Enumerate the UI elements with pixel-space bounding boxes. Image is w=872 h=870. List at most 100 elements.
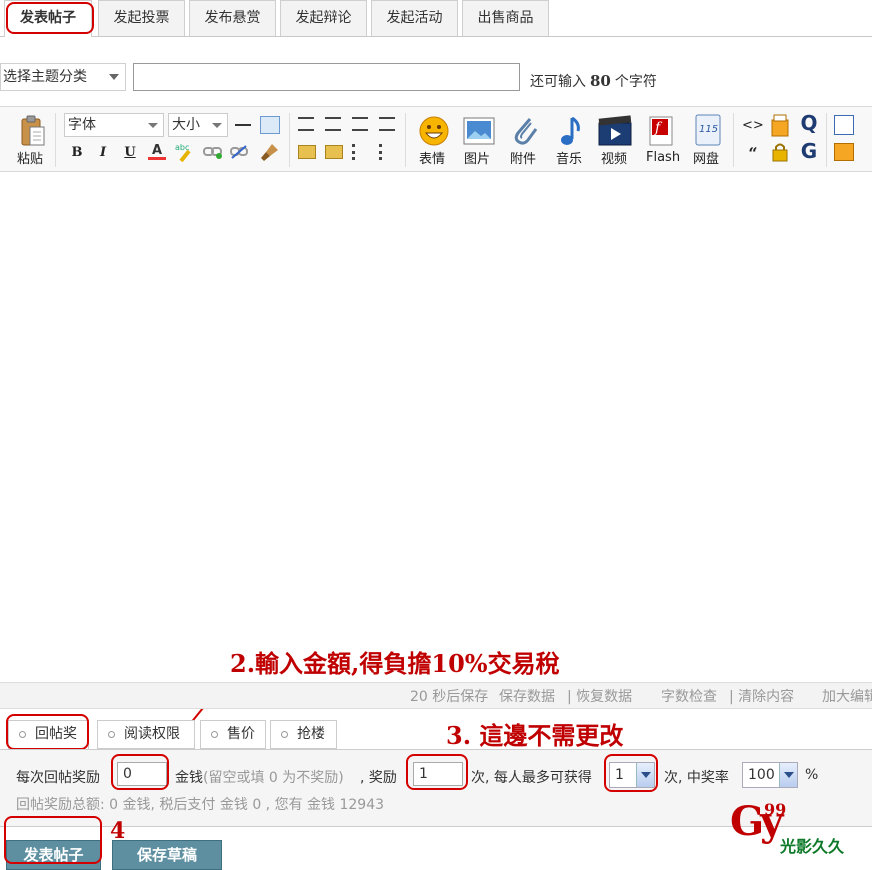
tab-price[interactable]: 售价 [200, 720, 266, 749]
annotation-box-tab [6, 2, 94, 34]
save-draft-button[interactable]: 保存草稿 [112, 840, 222, 870]
tab-activity[interactable]: 发起活动 [371, 0, 458, 36]
float-left-icon[interactable] [298, 145, 316, 159]
win-rate-unit: % [805, 767, 819, 783]
font-color-button[interactable]: A [148, 142, 166, 160]
annotation-box-post [4, 816, 102, 864]
editor-body[interactable] [0, 172, 872, 682]
post-type-tabs: 发表帖子 发起投票 发布悬赏 发起辩论 发起活动 出售商品 [0, 0, 872, 37]
ordered-list-icon[interactable] [352, 144, 370, 160]
annotation-box-max [604, 754, 658, 792]
clear-content-link[interactable]: | 清除内容 [729, 686, 794, 706]
qq-icon[interactable]: Q [798, 113, 820, 136]
annotation-box-times [406, 754, 468, 790]
annotation-step-3: 3. 這邊不需更改 [446, 721, 624, 750]
annotation-step-2: 2.輸入金額,得負擔10%交易稅 [230, 649, 560, 678]
svg-text:115: 115 [699, 124, 718, 135]
win-rate-select[interactable]: 100 [742, 762, 798, 788]
win-rate-label: 次, 中奖率 [664, 770, 729, 786]
reward-currency: 金钱 [175, 770, 203, 786]
subject-input[interactable] [133, 63, 520, 91]
restore-data-link[interactable]: | 恢复数据 [567, 686, 632, 706]
unordered-list-icon[interactable] [379, 144, 397, 160]
paste-icon[interactable] [18, 115, 48, 149]
chevron-down-icon [779, 763, 797, 787]
tab-poll[interactable]: 发起投票 [98, 0, 185, 36]
category-select[interactable]: 选择主题分类 [0, 63, 126, 91]
video-icon[interactable] [598, 115, 632, 147]
radio-dot-icon [281, 731, 288, 738]
image-icon[interactable] [463, 117, 495, 145]
video-label: 视频 [601, 152, 628, 167]
reward-times-label: , 奖励 [360, 770, 397, 786]
table-icon[interactable] [260, 116, 280, 134]
template-icon[interactable] [834, 115, 854, 135]
netdisk-icon[interactable]: 115 [694, 114, 722, 146]
spellcheck-icon[interactable]: abc [175, 142, 195, 163]
flash-icon[interactable]: f [647, 115, 677, 147]
align-justify-icon[interactable] [298, 117, 314, 131]
attachment-icon[interactable] [510, 115, 540, 147]
annotation-step-4: 4 [110, 818, 126, 844]
chevron-down-icon [212, 123, 222, 128]
float-right-icon[interactable] [325, 145, 343, 159]
hide-icon[interactable] [771, 142, 789, 162]
toolbar-divider [405, 113, 406, 167]
bold-button[interactable]: B [68, 144, 86, 162]
align-center-icon[interactable] [352, 117, 368, 131]
toolbar-divider [826, 113, 827, 167]
toolbar-divider [289, 113, 290, 167]
radio-dot-icon [108, 731, 115, 738]
emoticon-label: 表情 [419, 152, 446, 167]
google-icon[interactable]: G [798, 141, 820, 164]
horizontal-rule-icon[interactable] [235, 124, 251, 126]
editor-toolbar: 粘贴 字体 大小 B I U A abc 表情 图片 附件 音乐 视频 f Fl… [0, 106, 872, 172]
image-label: 图片 [464, 152, 491, 167]
tab-debate[interactable]: 发起辩论 [280, 0, 367, 36]
music-label: 音乐 [556, 152, 583, 167]
tab-reward[interactable]: 发布悬赏 [189, 0, 276, 36]
italic-button[interactable]: I [94, 144, 112, 162]
word-count-link[interactable]: 字数检查 [661, 686, 717, 706]
watermark-number: 99 [764, 800, 787, 819]
reward-note: (留空或填 0 为不奖励) [203, 770, 344, 786]
chevron-down-icon [109, 74, 119, 80]
reward-total-line: 回帖奖励总额: 0 金钱, 税后支付 金钱 0 , 您有 金钱 12943 [16, 797, 385, 813]
toolbar-divider [733, 113, 734, 167]
reward-label: 每次回帖奖励 [16, 770, 100, 786]
attachment-label: 附件 [510, 152, 537, 167]
underline-button[interactable]: U [121, 144, 139, 162]
free-icon[interactable] [770, 114, 790, 138]
flash-label: Flash [646, 150, 681, 165]
tab-sell[interactable]: 出售商品 [462, 0, 549, 36]
tab-read-permission[interactable]: 阅读权限 [97, 720, 195, 749]
align-left-icon[interactable] [325, 117, 341, 131]
paste-label: 粘贴 [17, 152, 44, 167]
emoticon-icon[interactable] [418, 115, 450, 147]
format-brush-icon[interactable] [260, 142, 280, 162]
quote-icon[interactable]: “ [744, 145, 762, 163]
char-count-hint: 还可输入 80 个字符 [530, 72, 657, 90]
plugin-icon[interactable] [834, 143, 854, 161]
unlink-icon[interactable] [230, 144, 248, 160]
enlarge-editor-link[interactable]: 加大编辑 [822, 686, 872, 706]
code-icon[interactable]: <> [742, 117, 764, 135]
netdisk-label: 网盘 [693, 152, 720, 167]
watermark-logo: Gy 99 光影久久 [730, 798, 870, 860]
tab-floor-grab[interactable]: 抢楼 [270, 720, 337, 749]
link-icon[interactable] [203, 145, 223, 159]
chevron-down-icon [148, 123, 158, 128]
font-size-select[interactable]: 大小 [168, 113, 228, 137]
align-right-icon[interactable] [379, 117, 395, 131]
annotation-box-amount [111, 754, 169, 790]
font-family-select[interactable]: 字体 [64, 113, 164, 137]
autosave-countdown: 20 秒后保存 [410, 689, 489, 705]
music-icon[interactable] [558, 115, 584, 147]
save-data-link[interactable]: 保存数据 [499, 686, 555, 706]
radio-dot-icon [211, 731, 218, 738]
watermark-text: 光影久久 [780, 837, 845, 856]
editor-status-bar: 20 秒后保存 保存数据 | 恢复数据 字数检查 | 清除内容 加大编辑 [0, 682, 872, 709]
category-select-label: 选择主题分类 [3, 69, 87, 85]
annotation-box-reward-tab [6, 714, 89, 750]
max-per-user-label: 次, 每人最多可获得 [471, 770, 592, 786]
